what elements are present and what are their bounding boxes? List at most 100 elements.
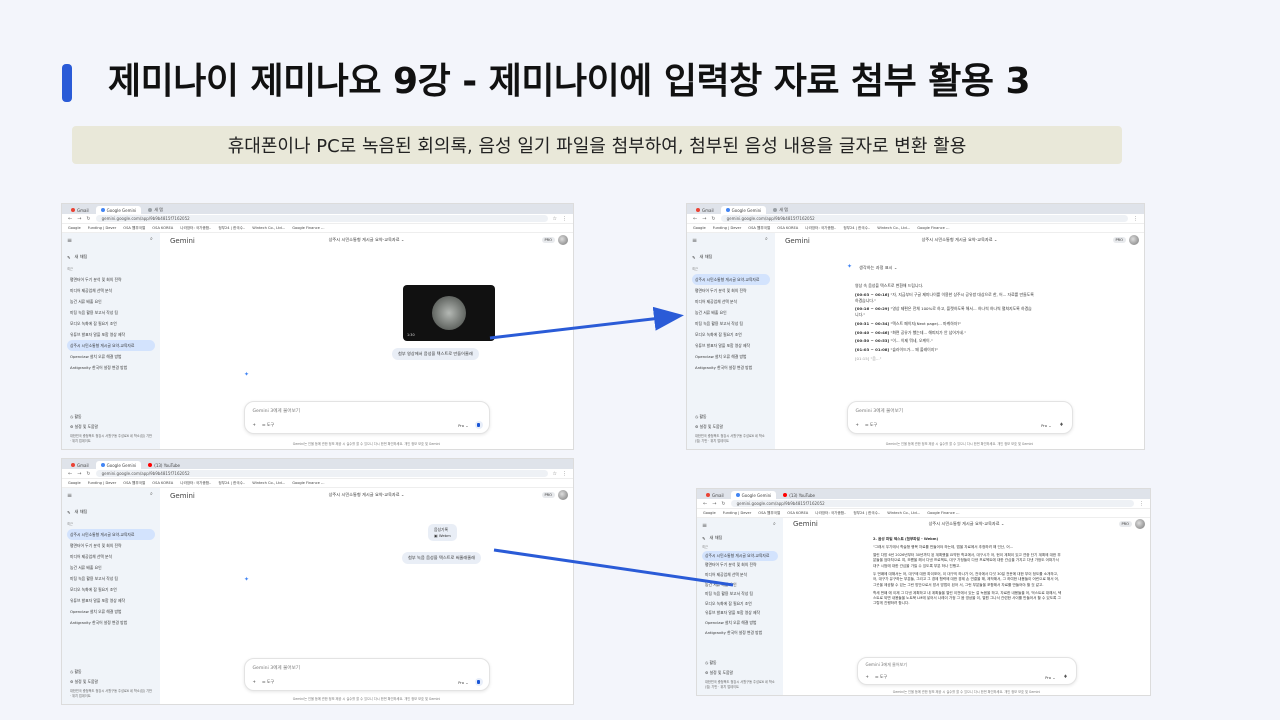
prompt-input[interactable]: Gemini 3에게 물어보기 + ⚌ 도구 Pro ⌄ ♦ [856, 657, 1077, 685]
sidebar-item[interactable]: 미디어 제공업체 선택 분석 [67, 551, 155, 562]
bookmark[interactable]: Wintech Co., Ltd... [252, 481, 285, 485]
avatar[interactable] [1129, 235, 1139, 245]
settings-button[interactable]: ⚙ 설정 및 도움말 [702, 668, 778, 678]
bookmark[interactable]: OSA 웹부국열 [758, 511, 780, 516]
bookmark[interactable]: 정부24 | 한국수.. [853, 511, 880, 516]
sidebar-item[interactable]: 평면터어 두기 분석 및 회의 전략 [692, 285, 770, 296]
tab-gemini[interactable]: Google Gemini [95, 206, 142, 214]
reload-icon[interactable]: ↻ [721, 501, 725, 507]
tab-gmail[interactable]: Gmail [66, 206, 94, 214]
tools-button[interactable]: ⚌ 도구 [865, 422, 877, 428]
tab-gemini[interactable]: Google Gemini [730, 491, 777, 499]
bookmark[interactable]: Google Finance -.. [292, 226, 324, 230]
avatar[interactable] [1135, 519, 1145, 529]
tab-gemini[interactable]: Google Gemini [720, 206, 767, 214]
tab-gmail[interactable]: Gmail [66, 461, 94, 469]
sidebar-item-active[interactable]: 상주시 시민소통형 게시글 요약-교육자료 [702, 551, 778, 561]
avatar[interactable] [558, 235, 568, 245]
star-icon[interactable]: ☆ [553, 216, 557, 222]
sidebar-item[interactable]: Openclaw 설치 오류 해결 방법 [702, 618, 778, 628]
sidebar-item[interactable]: 미팅 녹음 활용 보고서 작성 팀 [67, 573, 155, 584]
mic-button[interactable]: ♦ [1062, 673, 1070, 681]
sidebar-item[interactable]: Antigravity 한국어 설정 변경 방법 [702, 628, 778, 638]
add-icon[interactable]: + [856, 422, 859, 428]
bookmark[interactable]: Google [68, 481, 81, 485]
chat-title[interactable]: 상주시 시민소통형 게시글 요약-교육자료 ⌄ [329, 237, 405, 243]
sidebar-item[interactable]: 농건 서류 배출 요인 [67, 296, 155, 307]
url-bar[interactable]: gemini.google.com/app/9b9b4815f7162052 [730, 500, 1134, 507]
sidebar-item[interactable]: 미팅 녹음 활용 보고서 작성 팀 [692, 318, 770, 329]
bookmark[interactable]: 나라장터: 국가종합.. [180, 481, 211, 486]
tab-new[interactable]: 새 탭 [768, 206, 793, 214]
send-button[interactable] [474, 678, 483, 686]
back-icon[interactable]: ← [693, 216, 697, 222]
new-chat-button[interactable]: ✎ 새 채팅 [67, 509, 155, 515]
sidebar-item[interactable]: 유튜브 발표자 말을 포함 영상 제작 [692, 340, 770, 351]
prompt-input[interactable]: Gemini 3에게 물어보기 + ⚌ 도구 Pro ⌄ [243, 401, 490, 434]
new-chat-button[interactable]: ✎ 새 채팅 [67, 254, 155, 260]
activity-button[interactable]: ◷ 활동 [67, 412, 155, 422]
new-chat-button[interactable]: ✎ 새 채팅 [702, 535, 778, 541]
sidebar-item[interactable]: 농건 서류 배출 요인 [692, 307, 770, 318]
video-attachment[interactable]: 1:30 [403, 285, 495, 341]
forward-icon[interactable]: → [712, 501, 716, 507]
tab-youtube[interactable]: (13) YouTube [778, 491, 820, 499]
sidebar-item[interactable]: 모디오 녹화에 잡 필요기 조언 [67, 584, 155, 595]
sidebar-item[interactable]: 농건 서류 배출 요인 [702, 580, 778, 590]
bookmark[interactable]: OSA 웹부국열 [748, 226, 770, 231]
bookmark[interactable]: 나라장터: 국가종합.. [180, 226, 211, 231]
bookmark[interactable]: Wintech Co., Ltd... [877, 226, 910, 230]
bookmark[interactable]: 정부24 | 한국수.. [218, 226, 245, 231]
sidebar-item[interactable]: Antigravity 한국어 설정 변경 방법 [692, 362, 770, 373]
sidebar-item[interactable]: 미팅 녹음 활용 보고서 작성 팀 [702, 589, 778, 599]
bookmark[interactable]: 나라장터: 국가종합.. [815, 511, 846, 516]
sidebar-item[interactable]: Antigravity 한국어 설정 변경 방법 [67, 362, 155, 373]
sidebar-item[interactable]: 모디오 녹화에 잡 필요기 조언 [692, 329, 770, 340]
bookmark[interactable]: Funding | Dever [88, 481, 117, 485]
bookmark[interactable]: Google [68, 226, 81, 230]
bookmark[interactable]: Google [693, 226, 706, 230]
bookmark[interactable]: OSA KOREA [152, 226, 173, 230]
model-selector[interactable]: Pro ⌄ [458, 423, 468, 428]
model-selector[interactable]: Pro ⌄ [1041, 423, 1051, 428]
bookmark[interactable]: Google Finance -.. [927, 511, 959, 515]
tab-gmail[interactable]: Gmail [701, 491, 729, 499]
sidebar-item[interactable]: Openclaw 설치 오류 해결 방법 [67, 606, 155, 617]
reload-icon[interactable]: ↻ [86, 216, 90, 222]
sidebar-item[interactable]: 미디어 제공업체 선택 분석 [67, 285, 155, 296]
search-icon[interactable]: ⌕ [765, 236, 768, 242]
tools-button[interactable]: ⚌ 도구 [262, 679, 274, 685]
back-icon[interactable]: ← [703, 501, 707, 507]
settings-button[interactable]: ⚙ 설정 및 도움말 [67, 677, 155, 687]
sidebar-item[interactable]: Antigravity 한국어 설정 변경 방법 [67, 617, 155, 628]
bookmark[interactable]: OSA KOREA [787, 511, 808, 515]
forward-icon[interactable]: → [77, 471, 81, 477]
sidebar-item[interactable]: 평면터어 두기 분석 및 회의 전략 [67, 274, 155, 285]
sidebar-item[interactable]: Openclaw 설치 오류 해결 방법 [67, 351, 155, 362]
model-selector[interactable]: Pro ⌄ [458, 680, 468, 685]
activity-button[interactable]: ◷ 활동 [702, 658, 778, 668]
activity-button[interactable]: ◷ 활동 [692, 412, 770, 422]
bookmark[interactable]: Wintech Co., Ltd... [252, 226, 285, 230]
url-bar[interactable]: gemini.google.com/app/9b9b4815f7162052 [95, 215, 548, 222]
reload-icon[interactable]: ↻ [86, 471, 90, 477]
add-icon[interactable]: + [253, 422, 256, 428]
sidebar-item[interactable]: 유튜브 발표자 말을 포함 영상 제작 [702, 609, 778, 619]
bookmark[interactable]: Google Finance -.. [917, 226, 949, 230]
sidebar-item[interactable]: 농건 서류 배출 요인 [67, 562, 155, 573]
bookmark[interactable]: 나라장터: 국가종합.. [805, 226, 836, 231]
prompt-input[interactable]: Gemini 3에게 물어보기 + ⚌ 도구 Pro ⌄ ♦ [846, 401, 1073, 434]
sidebar-item[interactable]: 모디오 녹화에 잡 필요기 조언 [67, 318, 155, 329]
tab-youtube[interactable]: (13) YouTube [143, 461, 185, 469]
model-selector[interactable]: Pro ⌄ [1045, 675, 1055, 680]
menu-dots-icon[interactable]: ⋮ [1133, 216, 1138, 222]
sidebar-item[interactable]: 평면터어 두기 분석 및 회의 전략 [67, 540, 155, 551]
forward-icon[interactable]: → [702, 216, 706, 222]
sidebar-item-active[interactable]: 상주시 시민소통형 게시글 요약-교육자료 [692, 274, 770, 285]
bookmark[interactable]: 정부24 | 한국수.. [218, 481, 245, 486]
bookmark[interactable]: Google [703, 511, 716, 515]
back-icon[interactable]: ← [68, 216, 72, 222]
tools-button[interactable]: ⚌ 도구 [262, 422, 274, 428]
menu-dots-icon[interactable]: ⋮ [1139, 501, 1144, 507]
menu-dots-icon[interactable]: ⋮ [562, 216, 567, 222]
